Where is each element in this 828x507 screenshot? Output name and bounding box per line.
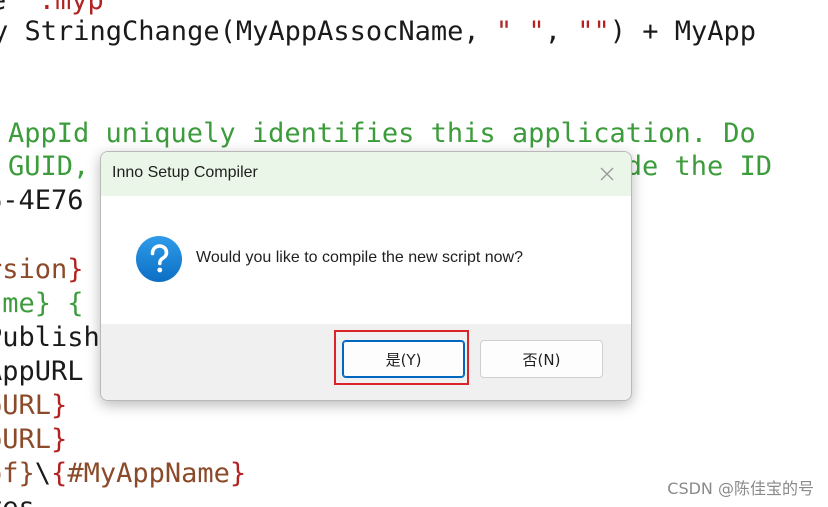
code-token: }	[67, 254, 84, 285]
code-line: y StringChange(MyAppAssocName, " ", "") …	[0, 15, 756, 49]
code-token: of}	[0, 458, 35, 489]
code-token: ,	[544, 16, 578, 47]
code-token: ame} {	[0, 288, 84, 319]
code-line: 6-4E76	[0, 184, 84, 218]
code-line: yes	[0, 491, 35, 507]
question-icon	[135, 235, 183, 283]
code-token: Publish	[0, 322, 100, 353]
watermark: CSDN @陈佳宝的号	[667, 479, 814, 498]
code-token: #MyAppName	[67, 458, 230, 489]
code-token: {	[51, 458, 68, 489]
yes-button-highlight	[334, 330, 469, 385]
code-token: yes	[0, 492, 35, 507]
code-token: " "	[495, 16, 545, 47]
dialog-titlebar[interactable]: Inno Setup Compiler	[101, 152, 631, 196]
code-line: AppId uniquely identifies this applicati…	[8, 117, 756, 151]
close-button[interactable]	[593, 160, 621, 188]
code-line: ame} {	[0, 287, 84, 321]
code-token: AppURL	[0, 356, 84, 387]
code-token: ) + MyApp	[609, 16, 757, 47]
dialog-message: Would you like to compile the new script…	[196, 249, 523, 266]
code-token: y StringChange(MyAppAssocName,	[0, 16, 496, 47]
code-token: rsion	[0, 254, 68, 285]
code-line: rsion}	[0, 253, 84, 287]
dialog-title: Inno Setup Compiler	[112, 164, 258, 181]
code-token: AppId uniquely identifies this applicati…	[8, 118, 756, 149]
code-token: ""	[577, 16, 610, 47]
code-line: pURL}	[0, 423, 67, 457]
code-line: pURL}	[0, 389, 67, 423]
code-line: AppURL	[0, 355, 84, 389]
code-line: of}\{#MyAppName}	[0, 457, 246, 491]
code-token: }	[51, 424, 68, 455]
no-button[interactable]: 否(N)	[480, 340, 603, 378]
code-token: e	[0, 0, 39, 16]
code-token: }	[51, 390, 68, 421]
no-button-label: 否(N)	[522, 350, 561, 369]
dialog-content: Would you like to compile the new script…	[101, 196, 631, 324]
code-token: .myp	[38, 0, 104, 16]
code-token: \	[34, 458, 52, 489]
code-token: }	[229, 458, 247, 489]
code-token: 6-4E76	[0, 185, 84, 216]
close-icon	[600, 167, 614, 181]
code-token: pURL	[0, 424, 52, 455]
code-line: Publish	[0, 321, 100, 355]
code-token: pURL	[0, 390, 52, 421]
